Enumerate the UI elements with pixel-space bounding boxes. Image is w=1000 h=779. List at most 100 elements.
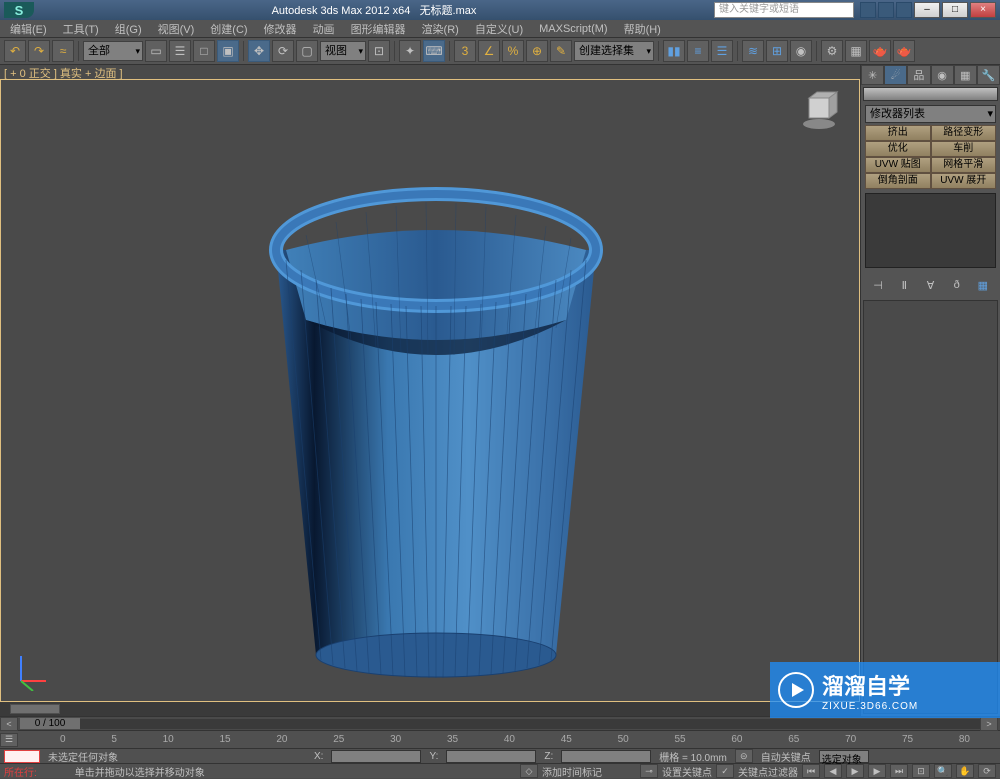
btn-chamfer[interactable]: 倒角剖面 [865,173,931,189]
menu-group[interactable]: 组(G) [107,19,150,39]
tab-motion[interactable]: ◉ [931,65,954,85]
menu-create[interactable]: 创建(C) [202,19,255,39]
selection-filter-dropdown[interactable]: 全部 [83,41,143,61]
key-filter-label[interactable]: 关键点过滤器 [738,764,798,779]
z-input[interactable] [561,750,651,763]
auto-key-label[interactable]: 自动关键点 [761,749,811,764]
script-indicator[interactable] [4,750,40,763]
menu-maxscript[interactable]: MAXScript(M) [531,21,615,37]
menu-tools[interactable]: 工具(T) [55,19,107,39]
snap-3-button[interactable]: 3 [454,40,476,62]
timeline-config-icon[interactable]: ☰ [0,733,18,747]
close-button[interactable]: × [970,2,996,18]
viewport-label[interactable]: [ + 0 正交 ] 真实 + 边面 ] [0,65,860,79]
btn-uvw-map[interactable]: UVW 贴图 [865,157,931,173]
btn-lathe[interactable]: 车削 [931,141,997,157]
zoom-extents-button[interactable]: ⊡ [912,764,930,778]
ref-coord-dropdown[interactable]: 视图 [320,41,366,61]
rotate-button[interactable]: ⟳ [272,40,294,62]
tag-icon[interactable]: ◇ [520,764,538,778]
x-input[interactable] [331,750,421,763]
manipulate-button[interactable]: ✦ [399,40,421,62]
undo-button[interactable]: ↶ [4,40,26,62]
window-crossing-button[interactable]: ▣ [217,40,239,62]
viewcube[interactable] [799,90,839,130]
zoom-button[interactable]: 🔍 [934,764,952,778]
key-filter-icon[interactable]: ✓ [716,764,734,778]
play-next-button[interactable]: ▶ [868,764,886,778]
link-button[interactable]: ≈ [52,40,74,62]
btn-optimize[interactable]: 优化 [865,141,931,157]
y-input[interactable] [446,750,536,763]
viewport-scroll-h[interactable] [0,702,860,716]
menu-modifiers[interactable]: 修改器 [256,19,305,39]
slider-right-icon[interactable]: > [980,717,998,731]
align-button[interactable]: ≡ [687,40,709,62]
named-sets-dropdown[interactable]: 创建选择集 [574,41,654,61]
percent-snap-button[interactable]: % [502,40,524,62]
orbit-button[interactable]: ⟳ [978,764,996,778]
app-logo[interactable]: S [4,2,34,18]
btn-extrude[interactable]: 挤出 [865,125,931,141]
tab-utilities[interactable]: 🔧 [977,65,1000,85]
pan-button[interactable]: ✋ [956,764,974,778]
play-start-button[interactable]: ⏮ [802,764,820,778]
timeline[interactable]: ☰ 0510 152025 303540 455055 606570 7580 [0,730,1000,748]
edit-named-button[interactable]: ✎ [550,40,572,62]
cup-object[interactable] [256,150,616,690]
object-name-field[interactable] [863,87,998,101]
viewport[interactable] [0,79,860,702]
spinner-snap-button[interactable]: ⊕ [526,40,548,62]
help-search-input[interactable]: 键入关键字或短语 [714,2,854,18]
menu-animation[interactable]: 动画 [305,19,343,39]
key-icon[interactable]: ⊸ [640,764,658,778]
curve-editor-button[interactable]: ≋ [742,40,764,62]
play-prev-button[interactable]: ◀ [824,764,842,778]
lock-icon[interactable]: ⊝ [735,749,753,763]
layers-button[interactable]: ☰ [711,40,733,62]
show-result-button[interactable]: Ⅱ [895,276,913,294]
render-prod-button[interactable]: 🫖 [893,40,915,62]
play-end-button[interactable]: ⏭ [890,764,908,778]
select-rect-button[interactable]: □ [193,40,215,62]
btn-uvw-unwrap[interactable]: UVW 展开 [931,173,997,189]
move-button[interactable]: ✥ [248,40,270,62]
modifier-stack[interactable] [865,193,996,268]
keyboard-shortcut-button[interactable]: ⌨ [423,40,445,62]
set-key-label[interactable]: 设置关键点 [662,764,712,779]
menu-views[interactable]: 视图(V) [150,19,203,39]
remove-mod-button[interactable]: ð [948,276,966,294]
configure-button[interactable]: ▦ [974,276,992,294]
tab-modify[interactable]: ☄ [884,65,907,85]
btn-mesh-smooth[interactable]: 网格平滑 [931,157,997,173]
schematic-button[interactable]: ⊞ [766,40,788,62]
material-editor-button[interactable]: ◉ [790,40,812,62]
play-button[interactable]: ▶ [846,764,864,778]
star-icon[interactable] [878,2,894,18]
pin-stack-button[interactable]: ⊣ [869,276,887,294]
angle-snap-button[interactable]: ∠ [478,40,500,62]
select-object-button[interactable]: ▭ [145,40,167,62]
btn-bevel[interactable]: 路径变形 [931,125,997,141]
maximize-button[interactable]: □ [942,2,968,18]
time-slider[interactable]: < 0 / 100 > [0,716,1000,730]
select-name-button[interactable]: ☰ [169,40,191,62]
slider-left-icon[interactable]: < [0,717,18,731]
mirror-button[interactable]: ▮▮ [663,40,685,62]
tab-create[interactable]: ✳ [861,65,884,85]
render-frame-button[interactable]: ▦ [845,40,867,62]
menu-help[interactable]: 帮助(H) [616,19,669,39]
render-button[interactable]: 🫖 [869,40,891,62]
minimize-button[interactable]: – [914,2,940,18]
pivot-button[interactable]: ⊡ [368,40,390,62]
menu-edit[interactable]: 编辑(E) [2,19,55,39]
make-unique-button[interactable]: ∀ [921,276,939,294]
scale-button[interactable]: ▢ [296,40,318,62]
tab-hierarchy[interactable]: 品 [907,65,930,85]
modifier-list-dropdown[interactable]: 修改器列表 [865,105,996,123]
info-icon[interactable] [860,2,876,18]
redo-button[interactable]: ↷ [28,40,50,62]
selected-object-field[interactable]: 选定对象 [819,750,869,763]
menu-graph[interactable]: 图形编辑器 [343,19,414,39]
tab-display[interactable]: ▦ [954,65,977,85]
